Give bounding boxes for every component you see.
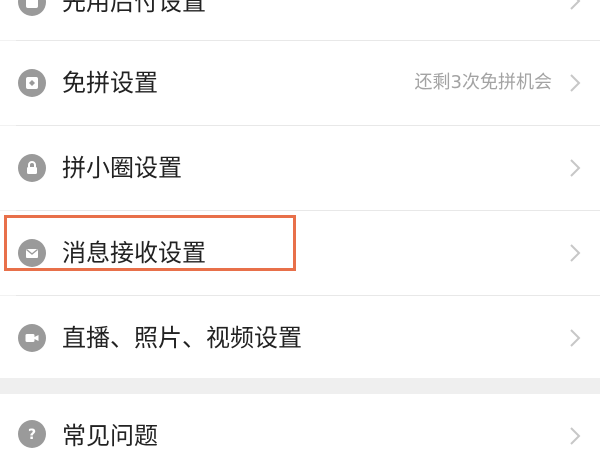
svg-text:?: ? bbox=[28, 427, 36, 443]
chevron-right-icon bbox=[570, 159, 581, 177]
chevron-right-icon bbox=[570, 427, 581, 445]
list-item-label: 先用后付设置 bbox=[62, 0, 206, 16]
lock-icon bbox=[18, 154, 46, 182]
pay-later-icon bbox=[18, 0, 46, 16]
list-item-pin-circle[interactable]: 拼小圈设置 bbox=[0, 126, 600, 210]
mail-icon bbox=[18, 239, 46, 267]
chevron-right-icon bbox=[570, 329, 581, 347]
chevron-right-icon bbox=[570, 74, 581, 92]
chevron-right-icon bbox=[570, 244, 581, 262]
list-item-pay-later[interactable]: 先用后付设置 bbox=[0, 0, 600, 40]
list-item-faq[interactable]: ? 常见问题 bbox=[0, 394, 600, 474]
free-group-hint: 还剩3次免拼机会 bbox=[414, 72, 552, 93]
question-icon: ? bbox=[18, 420, 46, 448]
list-item-label: 拼小圈设置 bbox=[62, 154, 182, 182]
list-item-label: 常见问题 bbox=[62, 422, 158, 450]
list-item-live-photo-video[interactable]: 直播、照片、视频设置 bbox=[0, 296, 600, 378]
list-item-free-group[interactable]: 免拼设置 还剩3次免拼机会 bbox=[0, 41, 600, 125]
list-item-label: 直播、照片、视频设置 bbox=[62, 324, 302, 352]
camera-icon bbox=[18, 324, 46, 352]
list-item-label: 免拼设置 bbox=[62, 69, 158, 97]
section-separator bbox=[0, 378, 600, 394]
chevron-right-icon bbox=[570, 0, 581, 10]
list-item-message-settings[interactable]: 消息接收设置 bbox=[0, 211, 600, 295]
list-item-label: 消息接收设置 bbox=[62, 239, 206, 267]
coupon-icon bbox=[18, 69, 46, 97]
